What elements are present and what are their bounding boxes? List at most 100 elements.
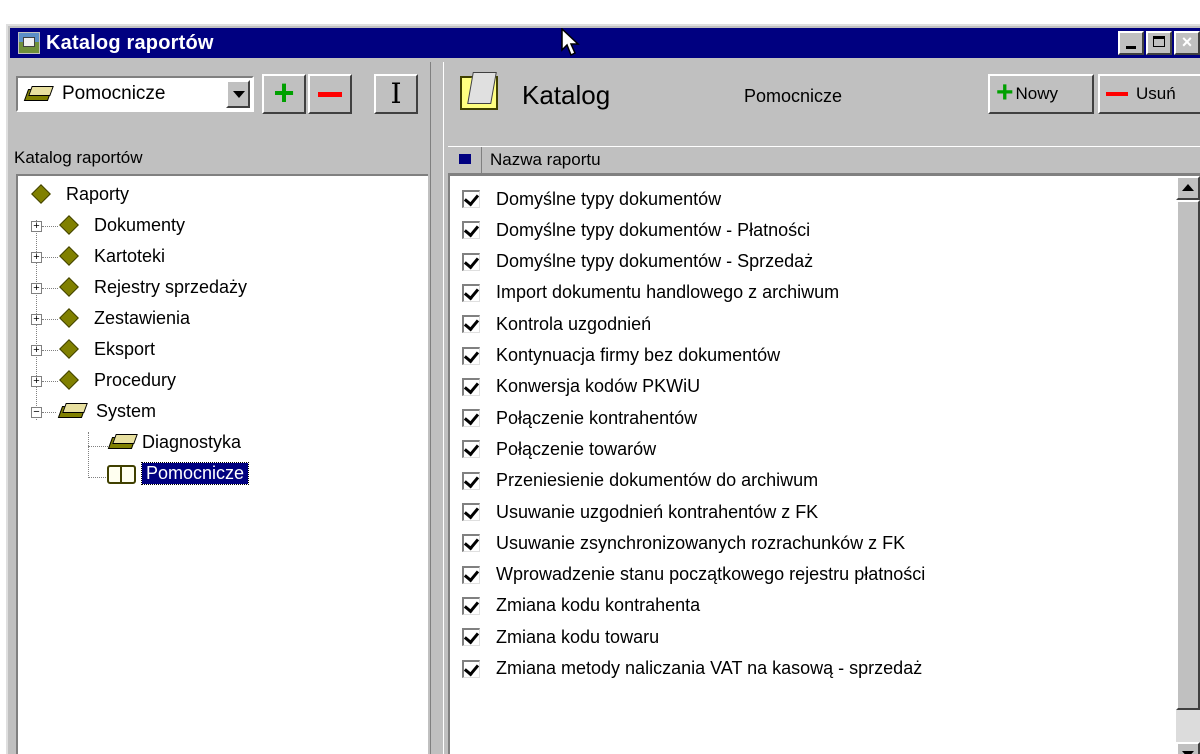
report-name: Przeniesienie dokumentów do archiwum <box>496 470 819 491</box>
report-checkbox[interactable] <box>462 409 480 428</box>
expand-icon[interactable]: + <box>31 221 42 232</box>
report-list-item[interactable]: Połączenie towarów <box>450 432 1150 466</box>
report-list-item[interactable]: Domyślne typy dokumentów - Płatności <box>450 213 1150 247</box>
expand-icon[interactable]: + <box>31 345 42 356</box>
collapse-icon[interactable]: − <box>31 407 42 418</box>
mouse-cursor-icon <box>561 28 580 57</box>
tree-header: Katalog raportów <box>14 148 143 167</box>
report-checkbox[interactable] <box>462 565 480 584</box>
report-checkbox[interactable] <box>462 503 480 521</box>
report-checkbox[interactable] <box>462 190 480 208</box>
book-icon <box>108 433 136 451</box>
expand-icon[interactable]: + <box>31 314 42 325</box>
delete-report-label: Usuń <box>1136 84 1176 103</box>
tree-node-rejestry-sprzedazy[interactable]: Rejestry sprzedaży <box>59 273 248 301</box>
tree-node-label: Procedury <box>94 369 177 390</box>
scrollbar-thumb[interactable] <box>1176 200 1200 710</box>
new-report-label: Nowy <box>1015 84 1059 103</box>
tree-node-dokumenty[interactable]: Dokumenty <box>59 211 185 239</box>
diamond-icon <box>59 370 79 390</box>
report-list-item[interactable]: Konwersja kodów PKWiU <box>450 370 1150 404</box>
report-list-item[interactable]: Zmiana metody naliczania VAT na kasową -… <box>450 652 1150 686</box>
window-controls <box>1118 31 1200 55</box>
expand-icon[interactable]: + <box>31 376 42 387</box>
report-list[interactable]: Domyślne typy dokumentów Domyślne typy do… <box>448 174 1200 754</box>
expand-icon[interactable]: + <box>31 283 42 294</box>
report-list-item[interactable]: Zmiana kodu kontrahenta <box>450 589 1150 623</box>
report-checkbox[interactable] <box>462 534 480 553</box>
title-bar[interactable]: Katalog raportów <box>10 28 1200 58</box>
tree-node-label: Raporty <box>66 183 130 204</box>
report-checkbox[interactable] <box>462 346 480 365</box>
report-name: Kontynuacja firmy bez dokumentów <box>496 345 781 365</box>
report-list-item[interactable]: Domyślne typy dokumentów <box>450 182 1150 216</box>
report-checkbox[interactable] <box>462 659 480 678</box>
report-list-item[interactable]: Domyślne typy dokumentów - Sprzedaż <box>450 245 1150 279</box>
tree-node-zestawienia[interactable]: Zestawienia <box>59 304 191 332</box>
minimize-button[interactable] <box>1118 31 1144 55</box>
add-catalog-button[interactable]: + <box>262 74 306 114</box>
report-list-item[interactable]: Kontynuacja firmy bez dokumentów <box>450 339 1150 373</box>
column-title: Nazwa raportu <box>490 150 601 169</box>
report-name: Konwersja kodów PKWiU <box>496 376 701 397</box>
combobox-value: Pomocnicze <box>62 83 166 104</box>
tree-node-diagnostyka[interactable]: Diagnostyka <box>108 428 241 456</box>
select-all-icon[interactable] <box>448 147 482 173</box>
report-list-item[interactable]: Usuwanie zsynchronizowanych rozrachunków… <box>450 526 1150 560</box>
report-name: Połączenie kontrahentów <box>496 407 698 428</box>
report-list-item[interactable]: Przeniesienie dokumentów do archiwum <box>450 464 1150 498</box>
vertical-scrollbar[interactable] <box>1176 176 1200 754</box>
report-name: Zmiana kodu kontrahenta <box>496 595 701 616</box>
report-checkbox[interactable] <box>462 440 480 459</box>
report-checkbox[interactable] <box>462 471 480 490</box>
report-list-item[interactable]: Usuwanie uzgodnień kontrahentów z FK <box>450 495 1150 529</box>
report-checkbox[interactable] <box>462 221 480 240</box>
close-button[interactable] <box>1174 31 1200 55</box>
report-name: Domyślne typy dokumentów - Sprzedaż <box>496 251 814 272</box>
report-checkbox[interactable] <box>462 283 480 302</box>
report-checkbox[interactable] <box>462 596 480 615</box>
tree-node-label: Rejestry sprzedaży <box>94 276 248 297</box>
tree-node-procedury[interactable]: Procedury <box>59 366 177 394</box>
diamond-icon <box>59 246 79 266</box>
left-pane: Pomocnicze + I Katalog raportów Raporty … <box>10 62 430 754</box>
report-list-item[interactable]: Połączenie kontrahentów <box>450 401 1150 435</box>
rename-catalog-button[interactable]: I <box>374 74 418 114</box>
tree-connector <box>88 432 89 478</box>
scroll-down-button[interactable] <box>1176 742 1200 754</box>
plus-icon: + <box>273 71 295 113</box>
tree-connector <box>42 288 58 289</box>
catalog-tree[interactable]: Raporty + Dokumenty + Kartoteki + Rejest… <box>16 174 428 754</box>
tree-node-label: Zestawienia <box>94 307 191 328</box>
scroll-up-button[interactable] <box>1176 176 1200 200</box>
diamond-icon <box>31 184 51 204</box>
report-checkbox[interactable] <box>462 252 480 271</box>
report-list-item[interactable]: Import dokumentu handlowego z archiwum <box>450 276 1150 310</box>
catalog-combobox[interactable]: Pomocnicze <box>16 76 254 112</box>
delete-report-button[interactable]: Usuń <box>1098 74 1200 114</box>
list-column-header[interactable]: Nazwa raportu <box>448 146 1200 174</box>
book-icon <box>24 85 52 103</box>
remove-catalog-button[interactable] <box>308 74 352 114</box>
new-report-button[interactable]: + Nowy <box>988 74 1094 114</box>
report-checkbox[interactable] <box>462 377 480 396</box>
report-checkbox[interactable] <box>462 628 480 647</box>
tree-node-pomocnicze[interactable]: Pomocnicze <box>106 459 250 487</box>
tree-node-raporty[interactable]: Raporty <box>31 180 130 208</box>
report-checkbox[interactable] <box>462 315 480 334</box>
tree-connector <box>42 257 58 258</box>
report-name: Domyślne typy dokumentów <box>496 188 722 209</box>
app-icon[interactable] <box>18 32 40 54</box>
report-list-item[interactable]: Kontrola uzgodnień <box>450 307 1150 341</box>
report-list-item[interactable]: Zmiana kodu towaru <box>450 620 1150 654</box>
tree-node-system[interactable]: System <box>58 397 156 425</box>
diamond-icon <box>59 215 79 235</box>
combobox-dropdown-button[interactable] <box>226 80 250 108</box>
report-name: Usuwanie zsynchronizowanych rozrachunków… <box>496 532 906 553</box>
tree-node-kartoteki[interactable]: Kartoteki <box>59 242 165 270</box>
expand-icon[interactable]: + <box>31 252 42 263</box>
tree-node-eksport[interactable]: Eksport <box>59 335 155 363</box>
report-list-item[interactable]: Wprowadzenie stanu początkowego rejestru… <box>450 558 1150 592</box>
plus-icon: + <box>996 75 1014 109</box>
maximize-button[interactable] <box>1146 31 1172 55</box>
